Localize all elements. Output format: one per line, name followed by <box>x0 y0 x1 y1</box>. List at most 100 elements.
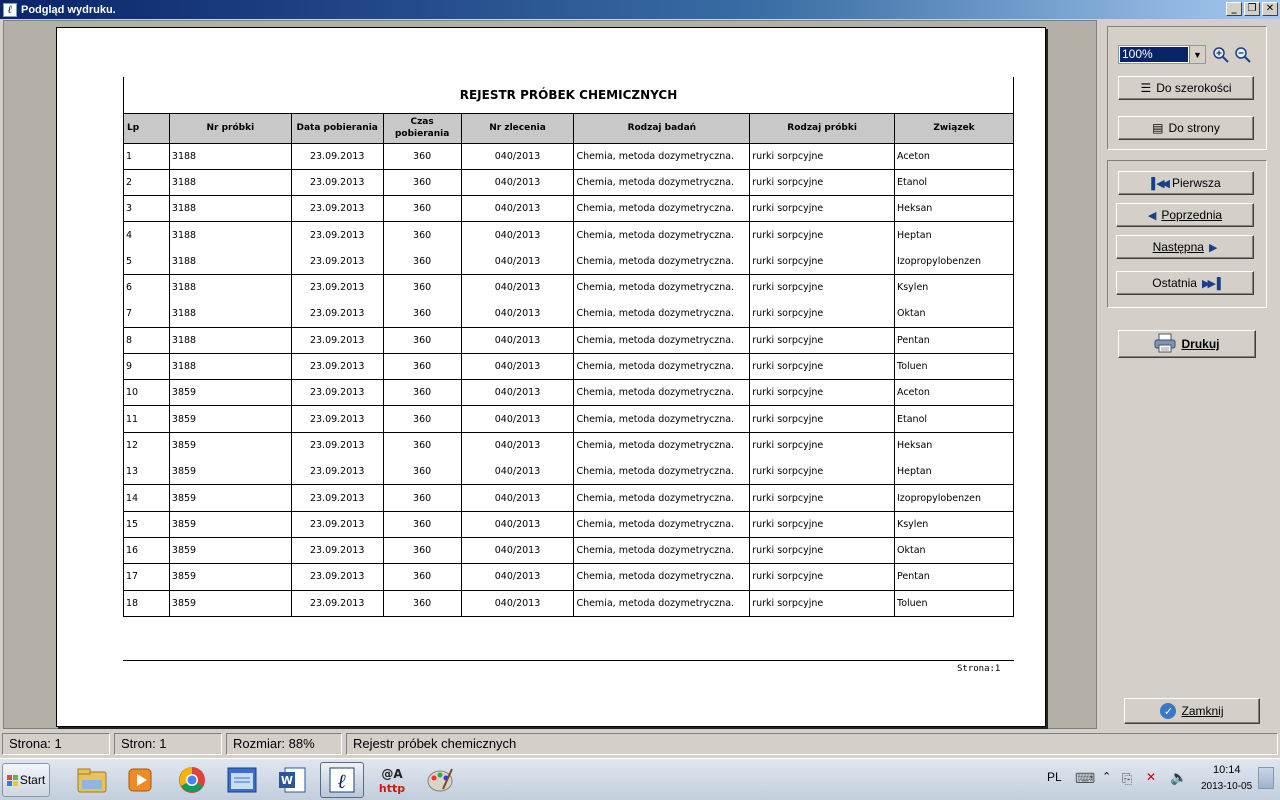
col-compound-cell: Ksylen <box>894 274 1014 301</box>
start-label: Start <box>19 773 46 787</box>
col-test-type-cell: Chemia, metoda dozymetryczna. <box>573 169 751 197</box>
col-sample-no-cell: 3188 <box>168 327 292 354</box>
next-label: Następna <box>1152 240 1204 254</box>
col-test-type-header: Rodzaj badań <box>573 112 751 144</box>
table-row: 16 3859 23.09.2013 360 040/2013 Chemia, metod… <box>123 537 1014 565</box>
tray-expand-icon[interactable]: ⌃ <box>1102 770 1111 783</box>
next-icon: ▶ <box>1208 241 1218 254</box>
col-time-header: Czas pobierania <box>382 112 462 144</box>
minimize-button[interactable]: _ <box>1226 2 1242 16</box>
col-date-header: Data pobierania <box>290 112 384 144</box>
fit-width-button[interactable]: ☰ Do szerokości <box>1118 76 1254 100</box>
col-date-cell: 23.09.2013 <box>290 537 384 565</box>
col-sample-type-cell: rurki sorpcyjne <box>749 327 895 354</box>
col-date-cell: 23.09.2013 <box>290 300 384 328</box>
zoom-select[interactable]: 100% ▼ <box>1118 45 1206 64</box>
col-lp-cell: 4 <box>123 221 170 249</box>
zoom-in-icon[interactable] <box>1211 45 1231 65</box>
col-order-no-cell: 040/2013 <box>460 221 575 249</box>
col-time-cell: 360 <box>382 484 462 512</box>
explorer-icon[interactable] <box>70 762 114 798</box>
close-button[interactable]: ✓ Zamknij <box>1124 698 1260 724</box>
col-sample-no-cell: 3188 <box>168 300 292 328</box>
col-sample-no-cell: 3859 <box>168 379 292 407</box>
col-time-cell: 360 <box>382 405 462 433</box>
col-date-cell: 23.09.2013 <box>290 511 384 538</box>
word-icon[interactable]: W <box>270 762 314 798</box>
next-page-button[interactable]: Następna ▶ <box>1116 235 1254 259</box>
keyboard-icon[interactable]: ⌨ <box>1075 770 1095 787</box>
col-date-cell: 23.09.2013 <box>290 195 384 223</box>
col-sample-no-cell: 3859 <box>168 563 292 591</box>
col-lp-cell: 8 <box>123 327 170 354</box>
col-time-cell: 360 <box>382 248 462 275</box>
last-page-label: Ostatnia <box>1152 276 1197 290</box>
col-order-no-cell: 040/2013 <box>460 432 575 459</box>
col-order-no-cell: 040/2013 <box>460 379 575 407</box>
col-date-cell: 23.09.2013 <box>290 563 384 591</box>
col-order-no-cell: 040/2013 <box>460 590 575 617</box>
restore-button[interactable]: ❐ <box>1244 2 1260 16</box>
table-row: 17 3859 23.09.2013 360 040/2013 Chemia, metod… <box>123 563 1014 591</box>
chrome-icon[interactable] <box>170 762 214 798</box>
col-sample-type-cell: rurki sorpcyjne <box>749 458 895 486</box>
media-player-icon[interactable] <box>118 762 162 798</box>
clock-date[interactable]: 2013-10-05 <box>1201 781 1252 792</box>
previous-page-button[interactable]: ◀ Poprzednia <box>1116 203 1254 227</box>
col-compound-cell: Pentan <box>894 327 1014 354</box>
col-order-no-cell: 040/2013 <box>460 405 575 433</box>
table-row: 1 3188 23.09.2013 360 040/2013 Chemia, metoda… <box>123 143 1014 170</box>
last-page-button[interactable]: Ostatnia ▶▶▐ <box>1116 271 1254 295</box>
col-test-type-cell: Chemia, metoda dozymetryczna. <box>573 300 751 328</box>
close-window-button[interactable]: ✕ <box>1262 2 1278 16</box>
print-page: REJESTR PRÓBEK CHEMICZNYCH Lp Nr próbki Da… <box>56 27 1046 727</box>
col-lp-cell: 5 <box>123 248 170 275</box>
window-app-icon[interactable] <box>220 762 264 798</box>
col-time-cell: 360 <box>382 379 462 407</box>
col-lp-cell: 11 <box>123 405 170 433</box>
col-sample-type-cell: rurki sorpcyjne <box>749 537 895 565</box>
zoom-out-icon[interactable] <box>1233 45 1253 65</box>
col-sample-no-cell: 3859 <box>168 458 292 486</box>
fit-width-icon: ☰ <box>1140 81 1152 95</box>
col-sample-type-cell: rurki sorpcyjne <box>749 405 895 433</box>
col-test-type-cell: Chemia, metoda dozymetryczna. <box>573 511 751 538</box>
safely-remove-icon[interactable]: ⎘ <box>1122 771 1132 787</box>
clock-time[interactable]: 10:14 <box>1213 764 1241 776</box>
volume-icon[interactable]: 🔈 <box>1170 769 1187 786</box>
table-row: 14 3859 23.09.2013 360 040/2013 Chemia, metod… <box>123 484 1014 512</box>
show-desktop-button[interactable] <box>1258 767 1274 789</box>
col-order-no-cell: 040/2013 <box>460 563 575 591</box>
col-test-type-cell: Chemia, metoda dozymetryczna. <box>573 537 751 565</box>
col-compound-cell: Pentan <box>894 563 1014 591</box>
status-page: Strona: 1 <box>2 733 110 755</box>
page-number: Strona:1 <box>957 664 1001 674</box>
col-sample-no-cell: 3188 <box>168 248 292 275</box>
print-button[interactable]: Drukuj <box>1118 330 1256 358</box>
preview-area[interactable]: REJESTR PRÓBEK CHEMICZNYCH Lp Nr próbki Da… <box>3 20 1097 729</box>
lab-app-icon[interactable]: ℓ <box>320 762 364 798</box>
start-button[interactable]: Start <box>2 763 50 797</box>
status-doc-name: Rejestr próbek chemicznych <box>346 733 1278 755</box>
svg-text:http: http <box>379 782 405 795</box>
http-app-icon[interactable]: @A http <box>370 762 414 798</box>
col-time-cell: 360 <box>382 169 462 197</box>
col-lp-cell: 12 <box>123 432 170 459</box>
col-sample-no-cell: 3188 <box>168 274 292 301</box>
fit-page-button[interactable]: ▤ Do strony <box>1118 116 1254 140</box>
col-order-no-cell: 040/2013 <box>460 300 575 328</box>
paint-icon[interactable] <box>418 762 462 798</box>
col-order-no-header: Nr zlecenia <box>460 112 575 144</box>
zoom-value: 100% <box>1120 47 1188 62</box>
col-compound-cell: Oktan <box>894 300 1014 328</box>
language-indicator[interactable]: PL <box>1047 770 1062 784</box>
status-size: Rozmiar: 88% <box>226 733 342 755</box>
col-test-type-cell: Chemia, metoda dozymetryczna. <box>573 458 751 486</box>
col-sample-no-cell: 3859 <box>168 484 292 512</box>
taskbar: Start W ℓ @A http PL ⌨ ⌃ ⎘ ✕ 🔈 10:14 2013… <box>0 758 1280 800</box>
col-time-cell: 360 <box>382 353 462 381</box>
col-sample-no-cell: 3859 <box>168 590 292 617</box>
network-icon[interactable]: ✕ <box>1146 770 1156 784</box>
first-page-button[interactable]: ▌◀◀ Pierwsza <box>1118 171 1254 195</box>
chevron-down-icon[interactable]: ▼ <box>1189 46 1205 63</box>
